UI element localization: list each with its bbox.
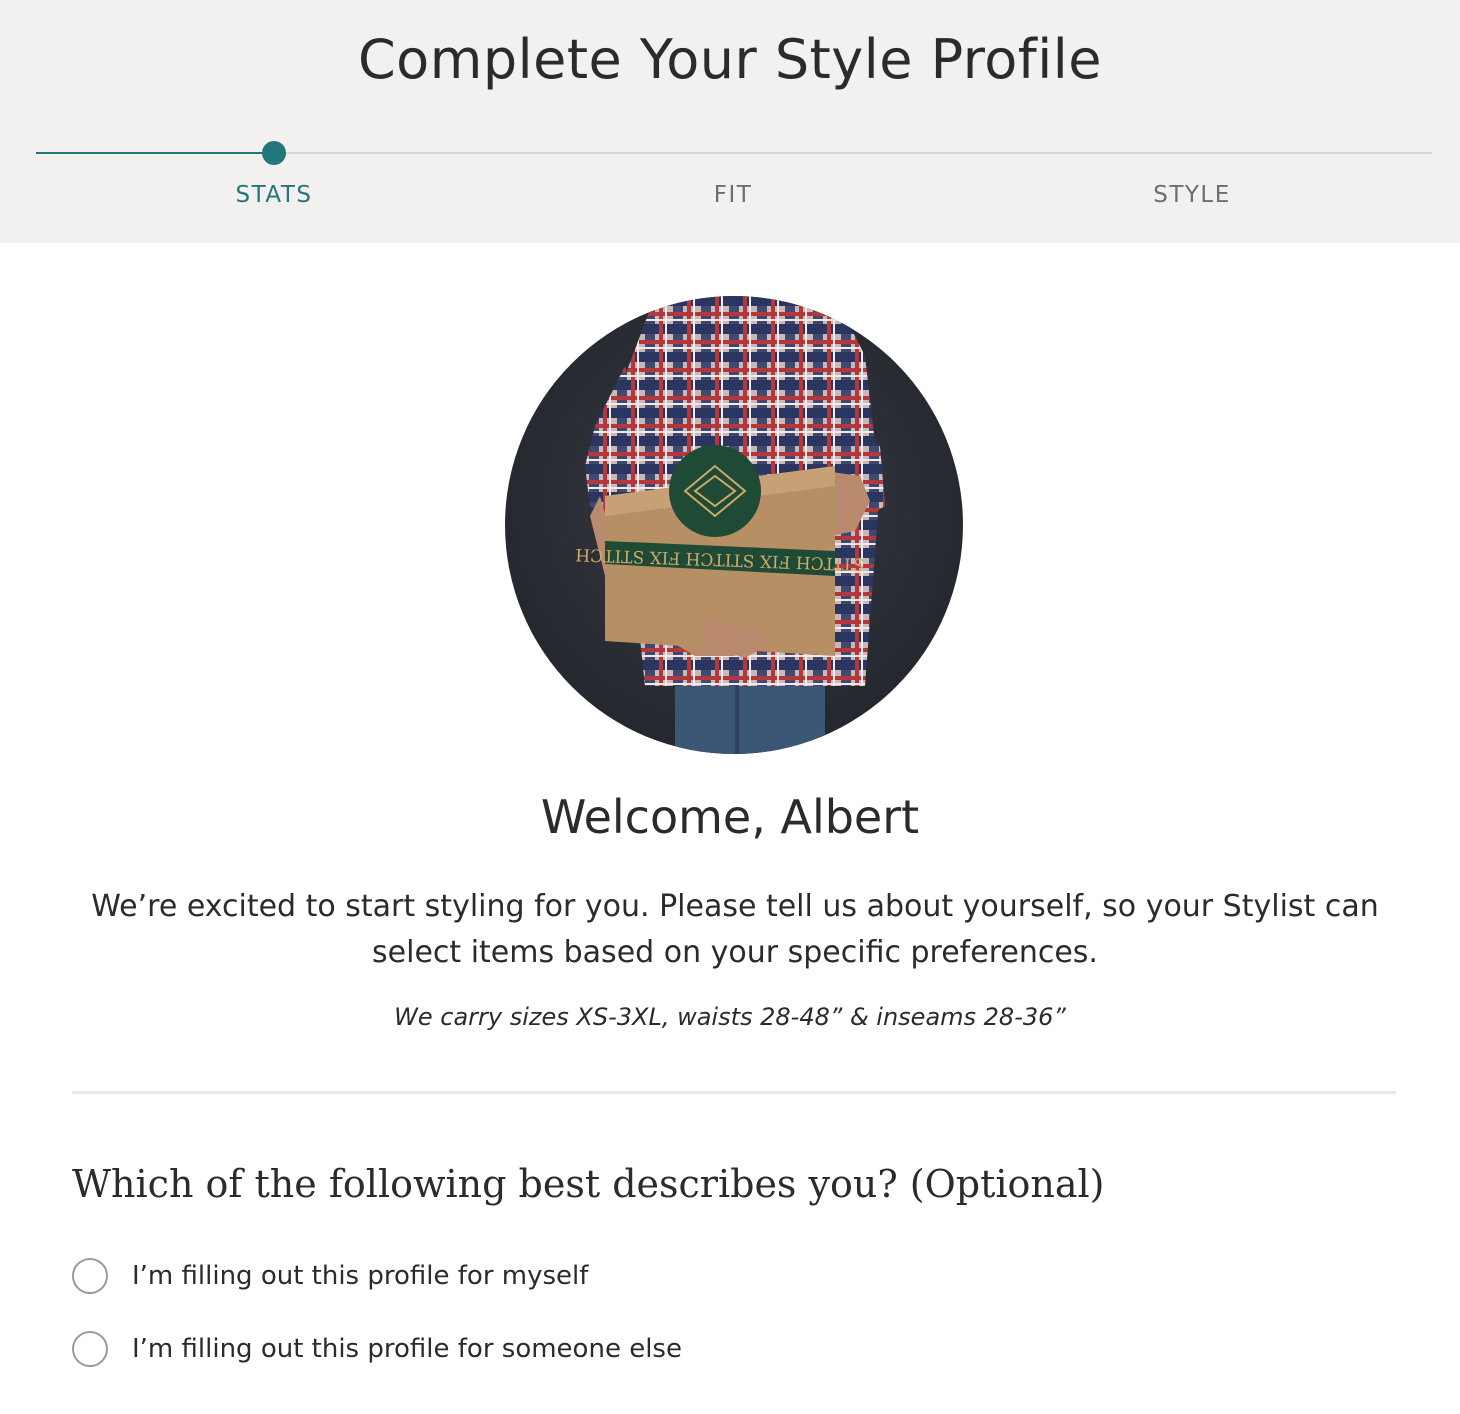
man-holding-box-illustration: STITCH FIX STITCH FIX STITCH [575,296,885,754]
progress-fill [36,152,274,154]
option-myself[interactable]: I’m filling out this profile for myself [72,1256,588,1296]
radio-button[interactable] [72,1258,108,1294]
step-stats[interactable]: STATS [124,182,424,208]
option-label: I’m filling out this profile for someone… [132,1334,682,1364]
option-someone-else[interactable]: I’m filling out this profile for someone… [72,1329,682,1369]
hero-image: STITCH FIX STITCH FIX STITCH [505,296,963,754]
progress-header: Complete Your Style Profile STATS FIT ST… [0,0,1460,243]
step-style[interactable]: STYLE [1042,182,1342,208]
section-divider [72,1091,1396,1094]
intro-text: We’re excited to start styling for you. … [91,889,1379,970]
page-title: Complete Your Style Profile [357,28,1103,91]
question-prompt: Which of the following best describes yo… [72,1162,1105,1206]
step-fit[interactable]: FIT [583,182,883,208]
radio-button[interactable] [72,1331,108,1367]
option-label: I’m filling out this profile for myself [132,1261,589,1291]
sizes-note: We carry sizes XS-3XL, waists 28-48” & i… [394,1003,1066,1031]
welcome-heading: Welcome, Albert [540,790,920,844]
progress-current-dot [262,141,286,165]
